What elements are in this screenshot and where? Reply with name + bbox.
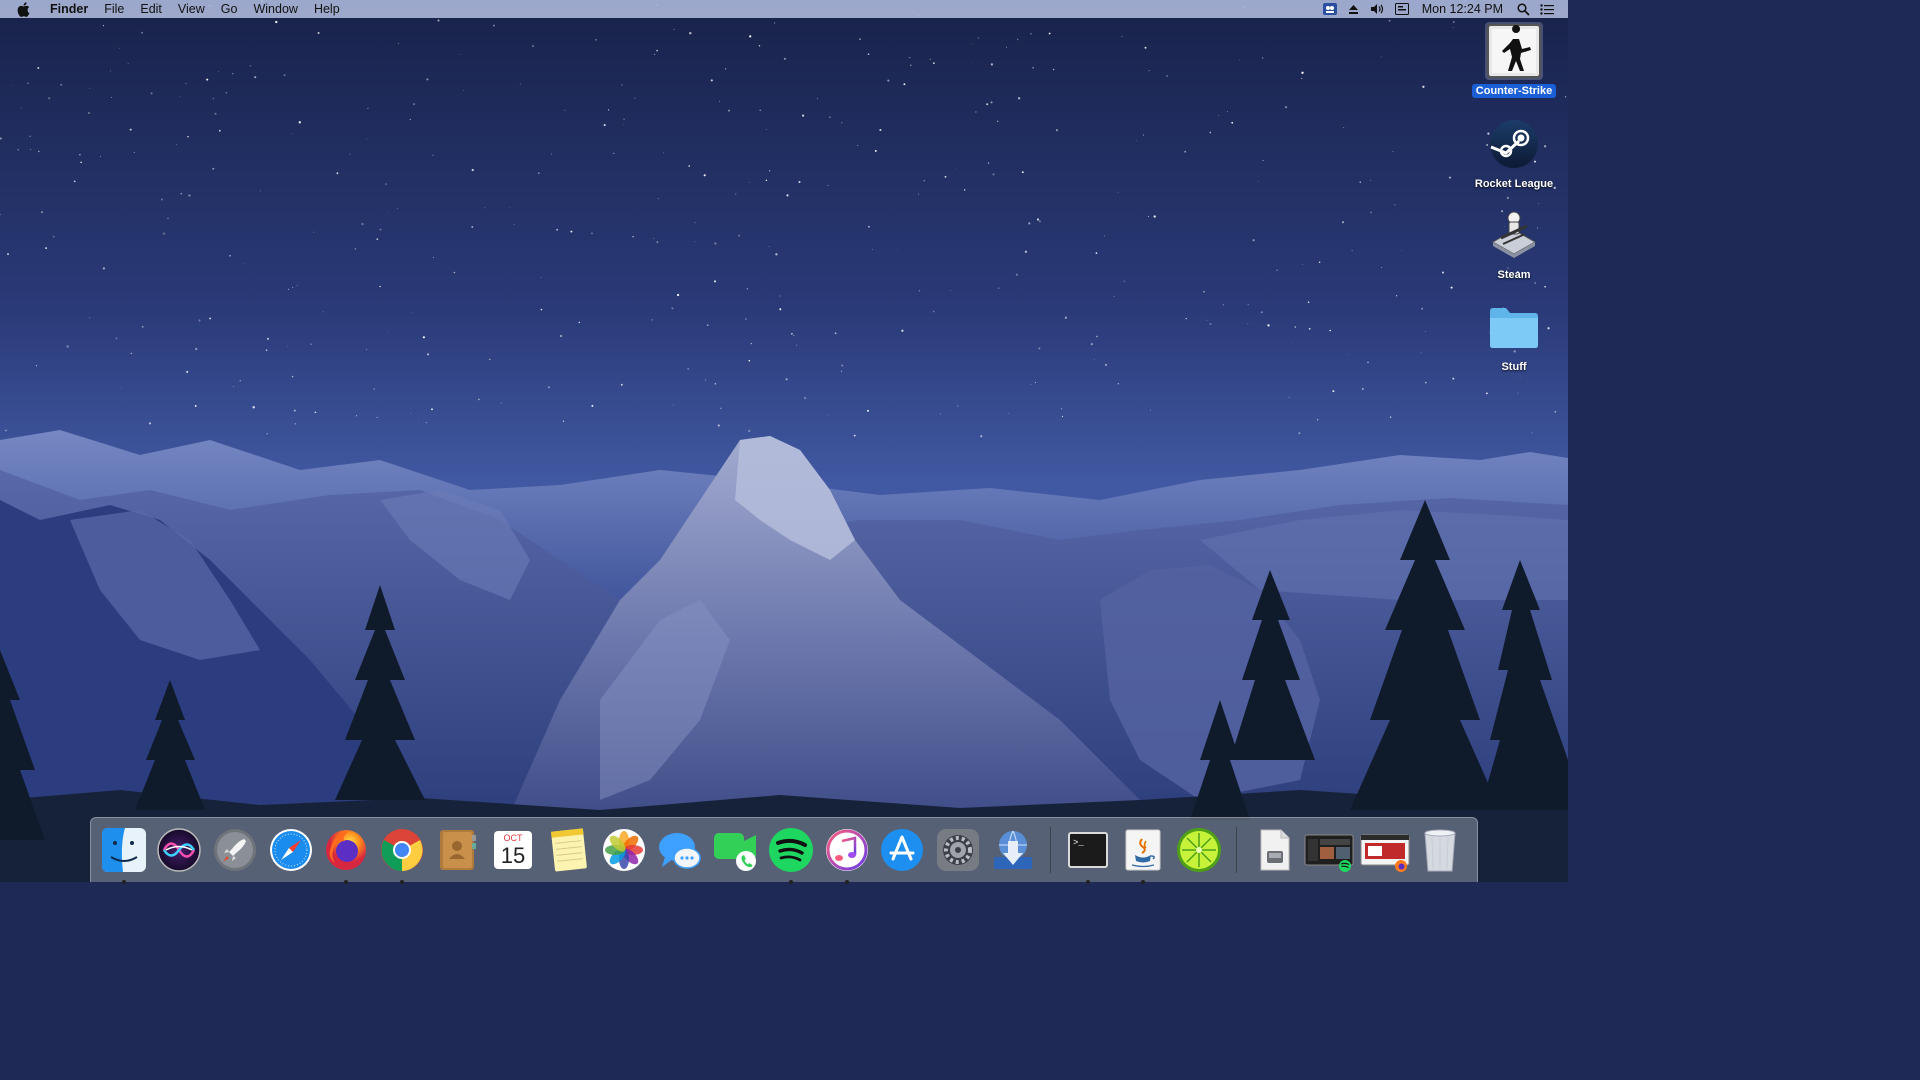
running-indicator xyxy=(788,880,793,884)
menu-clock[interactable]: Mon 12:24 PM xyxy=(1414,0,1511,18)
photos-icon xyxy=(603,829,646,871)
facetime-icon xyxy=(714,833,757,871)
desktop-wallpaper xyxy=(0,0,1568,882)
dock: OCT 15 >_ xyxy=(90,817,1478,884)
dock-app-firefox[interactable] xyxy=(321,825,371,884)
dock-app-limewire[interactable] xyxy=(1174,825,1224,875)
menu-bar: Finder File Edit View Go Window Help Mon… xyxy=(0,0,1568,18)
desktop-icon-label: Rocket League xyxy=(1474,178,1554,190)
dock-app-facetime[interactable] xyxy=(710,825,760,875)
desktop-icon-stuff[interactable]: Stuff xyxy=(1471,298,1557,374)
dock-app-itunes[interactable] xyxy=(822,825,872,884)
running-indicator xyxy=(399,880,404,884)
running-indicator xyxy=(1141,880,1146,884)
running-indicator xyxy=(844,880,849,884)
desktop-icon-label: Counter-Strike xyxy=(1471,84,1557,98)
siri-icon xyxy=(157,828,202,872)
dock-app-spotify[interactable] xyxy=(766,825,816,884)
desktop-icon-label: Stuff xyxy=(1501,361,1527,373)
running-indicator xyxy=(344,880,349,884)
menu-go[interactable]: Go xyxy=(213,0,246,18)
window-thumbnail-icon xyxy=(1304,834,1354,872)
steam-logo-icon xyxy=(1485,115,1543,173)
calendar-icon: OCT 15 xyxy=(493,831,532,869)
svg-text:OCT: OCT xyxy=(503,833,523,843)
dock-app-chrome[interactable] xyxy=(377,825,427,884)
eject-icon[interactable] xyxy=(1343,0,1365,18)
svg-text:15: 15 xyxy=(501,843,525,868)
menu-view[interactable]: View xyxy=(170,0,213,18)
app-menu-finder[interactable]: Finder xyxy=(42,0,96,18)
rocket-icon xyxy=(213,829,256,871)
dock-app-notes[interactable] xyxy=(544,825,594,875)
dock-trash[interactable] xyxy=(1415,825,1465,875)
dock-app-system-preferences[interactable] xyxy=(933,825,983,875)
desktop-icon-counter-strike[interactable]: Counter-Strike xyxy=(1471,22,1557,98)
apple-icon[interactable] xyxy=(12,1,34,17)
dock-app-messages[interactable] xyxy=(655,825,705,875)
dock-app-calendar[interactable]: OCT 15 xyxy=(488,825,538,875)
menu-file[interactable]: File xyxy=(96,0,132,18)
dock-app-launchpad[interactable] xyxy=(210,825,260,875)
dock-stack-document[interactable] xyxy=(1249,825,1299,875)
volume-icon[interactable] xyxy=(1367,0,1389,18)
gear-icon xyxy=(936,829,979,871)
messages-icon xyxy=(658,833,701,869)
document-stack-icon xyxy=(1260,829,1290,871)
dock-app-contacts[interactable] xyxy=(432,825,482,875)
desktop-icon-rocket-league[interactable]: Rocket League xyxy=(1471,115,1557,191)
firefox-icon xyxy=(326,830,367,870)
desktop-icon-label: Steam xyxy=(1497,269,1531,281)
dock-app-downloader[interactable] xyxy=(988,825,1038,875)
dock-separator xyxy=(1050,827,1052,873)
music-note-icon xyxy=(825,829,868,871)
search-icon[interactable] xyxy=(1512,0,1534,18)
list-icon[interactable] xyxy=(1536,0,1558,18)
dock-app-photos[interactable] xyxy=(599,825,649,875)
folder-icon xyxy=(1485,298,1543,356)
running-indicator xyxy=(1085,880,1090,884)
menu-edit[interactable]: Edit xyxy=(132,0,170,18)
dock-app-java[interactable] xyxy=(1118,825,1168,884)
trash-icon xyxy=(1424,829,1456,872)
desktop-icon-steam[interactable]: Steam xyxy=(1471,206,1557,282)
notes-icon xyxy=(550,828,587,872)
spotify-icon xyxy=(768,828,813,872)
dock-app-terminal[interactable]: >_ xyxy=(1063,825,1113,884)
dock-app-finder[interactable] xyxy=(99,825,149,884)
input-source-icon[interactable] xyxy=(1391,0,1413,18)
vpn-icon[interactable] xyxy=(1319,0,1341,18)
lime-icon xyxy=(1177,828,1222,872)
running-indicator xyxy=(121,880,126,884)
dock-app-siri[interactable] xyxy=(154,825,204,875)
chrome-icon xyxy=(380,829,423,871)
app-store-icon xyxy=(881,829,924,871)
menu-window[interactable]: Window xyxy=(245,0,305,18)
dock-app-safari[interactable] xyxy=(266,825,316,875)
steam-installer-icon xyxy=(1485,206,1543,264)
download-globe-icon xyxy=(994,830,1033,869)
dock-separator xyxy=(1235,827,1237,873)
dock-app-app-store[interactable] xyxy=(877,825,927,875)
contacts-icon xyxy=(440,830,477,870)
finder-icon xyxy=(101,828,146,872)
java-icon xyxy=(1125,829,1161,871)
terminal-icon: >_ xyxy=(1067,832,1108,868)
window-thumbnail-icon xyxy=(1360,834,1410,872)
dock-window-firefox[interactable] xyxy=(1360,825,1410,875)
svg-text:>_: >_ xyxy=(1073,838,1084,848)
menu-help[interactable]: Help xyxy=(306,0,348,18)
dock-window-spotify[interactable] xyxy=(1304,825,1354,875)
compass-icon xyxy=(269,829,312,871)
counter-strike-icon xyxy=(1485,22,1543,80)
